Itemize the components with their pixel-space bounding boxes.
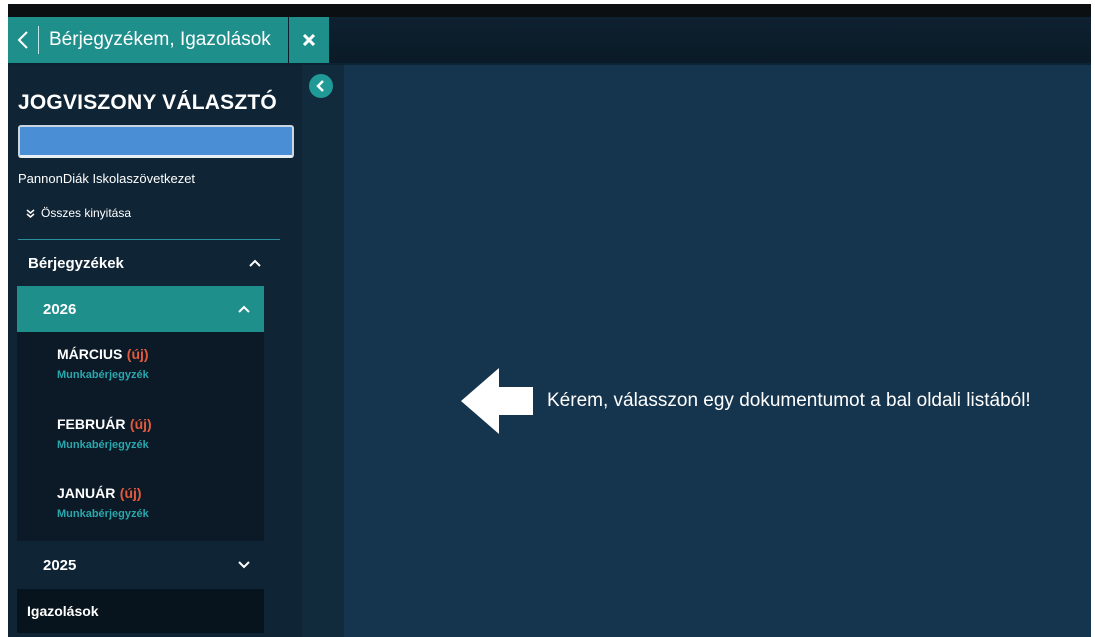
empty-state-hint: Kérem, válasszon egy dokumentumot a bal … <box>461 368 1031 434</box>
section-label: Bérjegyzékek <box>28 254 124 272</box>
right-white-border <box>1091 0 1095 637</box>
main-content <box>344 65 1091 637</box>
year-label: 2025 <box>43 556 77 574</box>
expand-all-label: Összes kinyitása <box>41 206 132 220</box>
year-label: 2026 <box>43 300 77 318</box>
new-badge: (új) <box>126 346 149 362</box>
company-name: PannonDiák Iskolaszövetkezet <box>18 171 196 186</box>
month-list: MÁRCIUS (új) Munkabérjegyzék FEBRUÁR (új… <box>17 332 264 541</box>
list-item-marcius[interactable]: MÁRCIUS (új) Munkabérjegyzék <box>57 346 149 381</box>
month-doc-type: Munkabérjegyzék <box>57 369 149 381</box>
chevron-up-icon <box>246 259 264 267</box>
arrow-left-icon <box>461 368 533 434</box>
double-chevron-down-icon <box>26 208 35 218</box>
close-icon[interactable] <box>289 17 329 63</box>
collapse-sidebar-button[interactable] <box>309 74 333 98</box>
list-item-februar[interactable]: FEBRUÁR (új) Munkabérjegyzék <box>57 416 152 451</box>
new-badge: (új) <box>119 485 142 501</box>
chevron-left-icon <box>316 80 324 92</box>
tab-separator <box>38 26 39 54</box>
tab-bar: Bérjegyzékem, Igazolások <box>8 17 1091 65</box>
chevron-left-icon[interactable] <box>8 17 38 63</box>
sidebar-collapse-strip <box>302 65 344 637</box>
year-2026[interactable]: 2026 <box>17 286 264 332</box>
chevron-down-icon <box>238 556 250 574</box>
sidebar: JOGVISZONY VÁLASZTÓ PannonDiák Iskolaszö… <box>8 65 302 637</box>
chevron-up-icon <box>238 300 250 318</box>
month-doc-type: Munkabérjegyzék <box>57 439 149 451</box>
section-igazolasok[interactable]: Igazolások <box>17 589 264 633</box>
month-doc-type: Munkabérjegyzék <box>57 508 149 520</box>
jogviszony-select[interactable] <box>18 125 294 158</box>
tab-title: Bérjegyzékem, Igazolások <box>49 29 271 50</box>
tab-berjegyzekem[interactable]: Bérjegyzékem, Igazolások <box>8 17 288 63</box>
list-item-januar[interactable]: JANUÁR (új) Munkabérjegyzék <box>57 485 149 520</box>
new-badge: (új) <box>129 416 152 432</box>
month-name: FEBRUÁR <box>57 416 126 432</box>
window-top-bar <box>8 4 1091 17</box>
expand-all-link[interactable]: Összes kinyitása <box>26 206 131 220</box>
hint-text: Kérem, válasszon egy dokumentumot a bal … <box>547 390 1031 411</box>
section-label: Igazolások <box>27 603 99 619</box>
month-name: MÁRCIUS <box>57 346 123 362</box>
section-berjegyzekek[interactable]: Bérjegyzékek <box>18 241 276 285</box>
divider <box>18 239 280 240</box>
month-name: JANUÁR <box>57 485 116 501</box>
sidebar-title: JOGVISZONY VÁLASZTÓ <box>18 91 277 114</box>
year-2025[interactable]: 2025 <box>17 543 264 587</box>
